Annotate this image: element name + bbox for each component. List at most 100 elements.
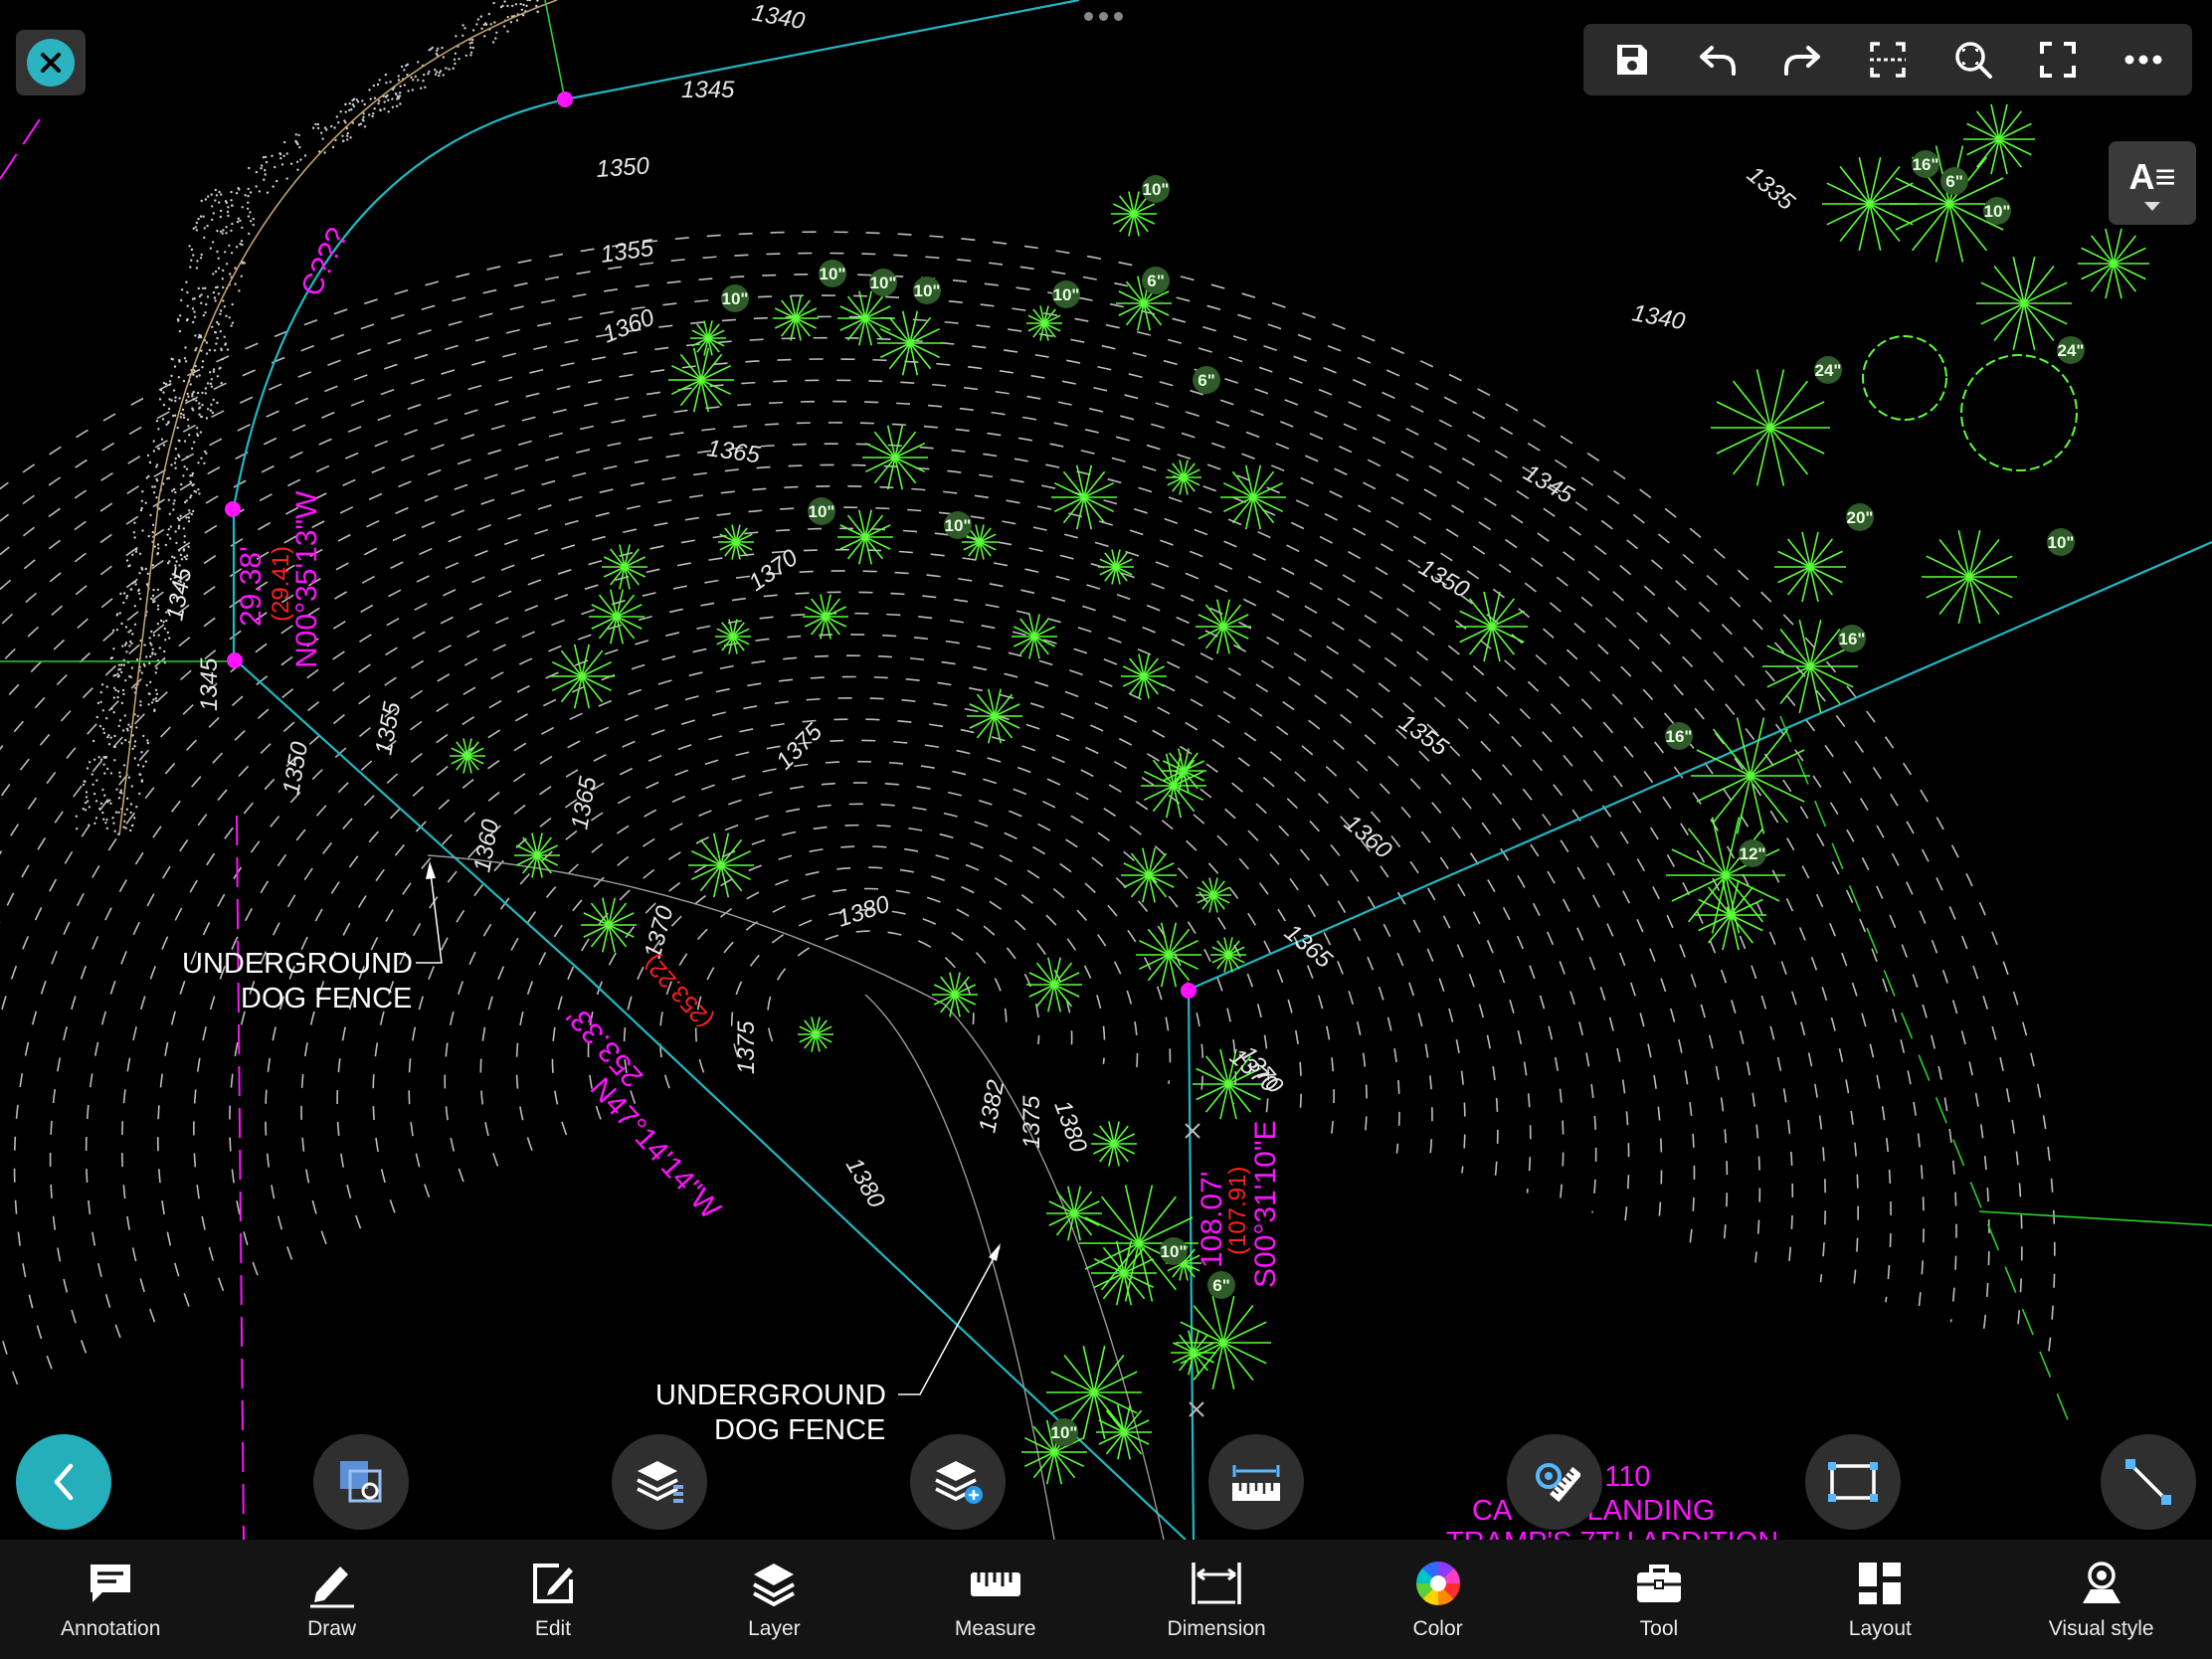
redo-button[interactable] [1767, 30, 1837, 90]
close-button[interactable] [16, 30, 86, 95]
settings-ruler-button[interactable] [1507, 1434, 1602, 1530]
svg-text:6": 6" [1147, 272, 1165, 290]
drag-handle[interactable] [1084, 12, 1123, 21]
tree-symbol [1012, 614, 1057, 659]
layer-button[interactable]: Layer [684, 1558, 863, 1641]
tree-symbol [1171, 1330, 1216, 1376]
zoom-button[interactable] [1938, 30, 2008, 90]
text-style-button[interactable]: A≡ [2109, 141, 2196, 225]
visual-style-button[interactable]: Visual style [2012, 1558, 2191, 1641]
survey-points [225, 92, 1197, 999]
lot-label: T 110 CA ET LANDING TRAMP'S 7TH ADDITION [1446, 1461, 1778, 1540]
settings-ruler-icon [1536, 1463, 1580, 1503]
fence-note-2: UNDERGROUND DOG FENCE [655, 1243, 1001, 1446]
layers-button[interactable] [612, 1434, 707, 1530]
svg-text:16": 16" [1913, 155, 1939, 174]
cad-drawing: 10" 10" 10" 10" 10" 10" 6" 6" 10" 10" 16" 16" 24" 24"… [0, 0, 2212, 1540]
cad-drawing-canvas[interactable]: 10" 10" 10" 10" 10" 10" 6" 6" 10" 10" 16" 16" 24" 24"… [0, 0, 2212, 1540]
svg-text:16": 16" [1666, 727, 1693, 746]
tree-size-label: 16" [1838, 625, 1866, 652]
dimension-button[interactable]: Dimension [1127, 1558, 1306, 1641]
undo-icon [1699, 46, 1736, 76]
dimension-icon [1192, 1563, 1241, 1604]
measure-button[interactable]: Measure [906, 1558, 1085, 1641]
layout-button[interactable]: Layout [1790, 1558, 1969, 1641]
tree-size-label: 16" [1912, 150, 1939, 178]
contour-elevation-label: 1350 [277, 739, 313, 797]
zoom-icon [1954, 42, 1992, 79]
contour-elevation-label: 1380 [1048, 1097, 1092, 1157]
property-boundary [232, 0, 2212, 1540]
contour-elevation-label: 1335 [1742, 161, 1800, 216]
add-layer-button[interactable] [910, 1434, 1006, 1530]
tree-size-label: 10" [1142, 175, 1170, 203]
annotation-button[interactable]: Annotation [21, 1558, 200, 1641]
tool-button[interactable]: Tool [1569, 1558, 1749, 1641]
text-style-icon: A≡ [2128, 155, 2176, 197]
svg-text:10": 10" [945, 516, 972, 535]
tree-symbol [668, 347, 734, 413]
tree-symbol [1166, 460, 1201, 495]
rectangle-select-icon [1828, 1462, 1878, 1502]
color-button[interactable]: Color [1349, 1558, 1528, 1641]
svg-text:24": 24" [2058, 341, 2085, 360]
svg-text:24": 24" [1815, 361, 1842, 380]
ruler-icon [970, 1572, 1020, 1596]
save-button[interactable] [1597, 30, 1667, 90]
contour-elevation-label: 1375 [771, 718, 828, 775]
contour-elevation-label: 1345 [161, 565, 197, 623]
contour-elevation-label: 1355 [370, 699, 406, 757]
layout-icon [1859, 1563, 1902, 1604]
tree-size-label: 10" [1052, 280, 1080, 308]
tree-symbol [1774, 531, 1846, 603]
tree-size-label: 24" [2057, 336, 2085, 364]
fence-note-1: UNDERGROUND DOG FENCE [182, 861, 443, 1014]
tree-size-label: 6" [1940, 167, 1968, 195]
tree-symbol [773, 295, 819, 341]
tree-symbol [1196, 877, 1231, 913]
annotation-icon [91, 1565, 131, 1602]
svg-text:10": 10" [870, 274, 897, 292]
tree-symbol [1051, 464, 1117, 530]
tree-size-label: 10" [944, 511, 972, 539]
more-button[interactable] [2109, 30, 2178, 90]
tree-symbol [1922, 530, 2017, 624]
svg-text:UNDERGROUND: UNDERGROUND [655, 1380, 886, 1411]
contour-elevation-label: 1345 [196, 657, 223, 711]
tree-symbol [450, 738, 485, 774]
layer-icon [753, 1564, 796, 1607]
edit-icon [532, 1564, 573, 1603]
rectangle-select-button[interactable] [1805, 1434, 1901, 1530]
svg-text:6": 6" [1198, 371, 1215, 390]
tree-symbol [837, 509, 893, 565]
svg-text:TRAMP'S 7TH ADDITION: TRAMP'S 7TH ADDITION [1446, 1527, 1778, 1540]
visual-style-icon [2082, 1562, 2120, 1603]
measure-ruler-icon [1232, 1465, 1280, 1501]
crop-button[interactable] [1853, 30, 1923, 90]
tree-size-label: 24" [1814, 356, 1842, 384]
crop-icon [1869, 42, 1906, 78]
svg-text:10": 10" [1053, 285, 1080, 304]
back-button[interactable] [16, 1434, 111, 1530]
tree-size-label: 16" [1665, 722, 1693, 750]
measure-ruler-button[interactable] [1208, 1434, 1304, 1530]
contour-elevation-label: 1365 [566, 774, 602, 831]
tree-size-label: 10" [869, 269, 897, 296]
edit-button[interactable]: Edit [463, 1558, 643, 1641]
segment1-distance: 29.38' [235, 546, 268, 627]
top-toolbar [1583, 24, 2192, 95]
tree-symbol [1176, 1296, 1271, 1389]
tree-symbol [1026, 957, 1082, 1013]
tree-symbol [1711, 369, 1830, 486]
contour-elevation-label: 1345 [1519, 460, 1578, 509]
undo-button[interactable] [1683, 30, 1752, 90]
line-select-button[interactable] [2101, 1434, 2196, 1530]
tree-symbol [1121, 653, 1167, 699]
fullscreen-button[interactable] [2023, 30, 2093, 90]
svg-text:10": 10" [820, 265, 846, 283]
compare-sheets-button[interactable] [313, 1434, 409, 1530]
compare-sheets-icon [340, 1461, 382, 1503]
svg-text:UNDERGROUND: UNDERGROUND [182, 948, 413, 980]
tree-symbol [1096, 1404, 1152, 1460]
draw-button[interactable]: Draw [243, 1558, 422, 1641]
